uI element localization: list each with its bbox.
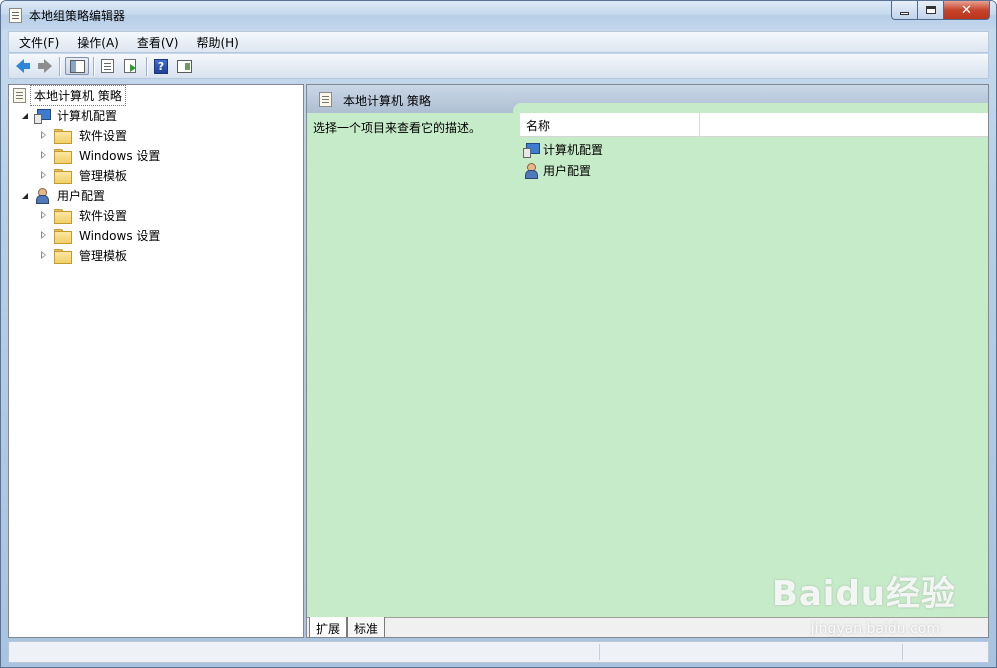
description-text: 选择一个项目来查看它的描述。: [313, 121, 482, 135]
tree-node-label[interactable]: 计算机配置: [54, 106, 120, 125]
status-divider: [599, 644, 600, 660]
title-bar[interactable]: 本地组策略编辑器 ✕: [1, 1, 996, 30]
expand-arrow-icon[interactable]: [39, 151, 48, 160]
tree-node-user-config[interactable]: 用户配置: [19, 186, 108, 205]
tree-root-label[interactable]: 本地计算机 策略: [30, 85, 126, 106]
tree-node-computer-config[interactable]: 计算机配置: [19, 106, 120, 125]
menu-view[interactable]: 查看(V): [127, 34, 187, 51]
back-button[interactable]: [13, 57, 33, 75]
tree-node-admin-templates[interactable]: 管理模板: [39, 246, 130, 265]
show-tree-button[interactable]: [65, 57, 89, 75]
menu-bar: 文件(F) 操作(A) 查看(V) 帮助(H): [8, 31, 989, 53]
tree-node-software-settings[interactable]: 软件设置: [39, 206, 130, 225]
folder-icon: [54, 209, 72, 224]
folder-icon: [54, 169, 72, 184]
tree-node-label[interactable]: 管理模板: [76, 166, 130, 185]
export-list-icon: [124, 59, 136, 73]
status-divider: [902, 644, 903, 660]
expand-arrow-icon[interactable]: [39, 171, 48, 180]
toolbar-separator: [93, 57, 94, 76]
console-tree: 本地计算机 策略 计算机配置 软件设置 Windows 设置 管理模板 用户配置: [8, 84, 304, 638]
tree-node-windows-settings[interactable]: Windows 设置: [39, 146, 163, 165]
close-icon: ✕: [961, 2, 972, 18]
properties-icon: [100, 59, 114, 73]
menu-file[interactable]: 文件(F): [9, 34, 67, 51]
tree-node-label[interactable]: 管理模板: [76, 246, 130, 265]
tree-node-label[interactable]: 用户配置: [54, 186, 108, 205]
list-item-computer-config[interactable]: 计算机配置: [523, 140, 603, 159]
expand-arrow-icon[interactable]: [39, 211, 48, 220]
details-list: 名称 计算机配置 用户配置: [513, 103, 988, 637]
computer-config-icon: [523, 142, 540, 158]
baidu-watermark-url: jingyan.baidu.com: [810, 621, 940, 637]
toolbar: ?: [8, 54, 989, 79]
properties-button[interactable]: [97, 57, 117, 75]
minimize-button[interactable]: [891, 1, 918, 20]
folder-icon: [54, 229, 72, 244]
help-button[interactable]: ?: [151, 57, 171, 75]
tree-node-label[interactable]: 软件设置: [76, 206, 130, 225]
action-pane-icon: [176, 59, 192, 73]
expand-arrow-icon[interactable]: [39, 131, 48, 140]
menu-help[interactable]: 帮助(H): [186, 34, 246, 51]
user-config-icon: [34, 188, 50, 204]
column-header: 名称: [520, 113, 988, 137]
minimize-icon: [900, 11, 909, 15]
collapse-arrow-icon[interactable]: [19, 111, 28, 120]
menu-action[interactable]: 操作(A): [67, 34, 127, 51]
maximize-button[interactable]: [918, 1, 944, 20]
caption-buttons: ✕: [891, 1, 990, 21]
forward-button[interactable]: [35, 57, 55, 75]
window-title: 本地组策略编辑器: [29, 9, 126, 23]
help-icon: ?: [154, 58, 168, 74]
close-button[interactable]: ✕: [944, 1, 990, 20]
tab-extended[interactable]: 扩展: [309, 617, 348, 637]
export-list-button[interactable]: [120, 57, 140, 75]
folder-icon: [54, 149, 72, 164]
back-arrow-icon: [16, 59, 30, 73]
policy-icon: [319, 92, 332, 107]
policy-editor-icon: [9, 8, 22, 23]
tree-node-admin-templates[interactable]: 管理模板: [39, 166, 130, 185]
list-item-user-config[interactable]: 用户配置: [523, 161, 591, 180]
toolbar-separator: [146, 57, 147, 76]
column-name-header[interactable]: 名称: [520, 113, 700, 137]
folder-icon: [54, 129, 72, 144]
list-item-label: 计算机配置: [543, 143, 604, 157]
expand-arrow-icon[interactable]: [39, 231, 48, 240]
collapse-arrow-icon[interactable]: [19, 191, 28, 200]
list-item-label: 用户配置: [543, 164, 592, 178]
tab-standard[interactable]: 标准: [347, 617, 386, 637]
maximize-icon: [925, 6, 936, 14]
policy-icon: [13, 88, 26, 103]
folder-icon: [54, 249, 72, 264]
details-title: 本地计算机 策略: [343, 94, 431, 108]
action-pane-button[interactable]: [174, 57, 194, 75]
forward-arrow-icon: [38, 59, 52, 73]
user-config-icon: [523, 163, 539, 179]
details-pane: 本地计算机 策略 选择一个项目来查看它的描述。 名称 计算机配置 用户配置 扩展…: [306, 84, 989, 638]
baidu-watermark: Baidu经验: [771, 574, 956, 614]
app-window: 本地组策略编辑器 ✕ 文件(F) 操作(A) 查看(V) 帮助(H) ? 本地计…: [0, 0, 997, 668]
expand-arrow-icon[interactable]: [39, 251, 48, 260]
tree-node-label[interactable]: Windows 设置: [76, 146, 163, 165]
tree-node-label[interactable]: Windows 设置: [76, 226, 163, 245]
tree-node-software-settings[interactable]: 软件设置: [39, 126, 130, 145]
status-bar: [8, 641, 989, 663]
toolbar-separator: [59, 57, 60, 76]
tree-root[interactable]: 本地计算机 策略: [13, 85, 126, 106]
tree-node-label[interactable]: 软件设置: [76, 126, 130, 145]
computer-config-icon: [34, 108, 51, 124]
tree-node-windows-settings[interactable]: Windows 设置: [39, 226, 163, 245]
show-tree-icon: [69, 59, 85, 73]
